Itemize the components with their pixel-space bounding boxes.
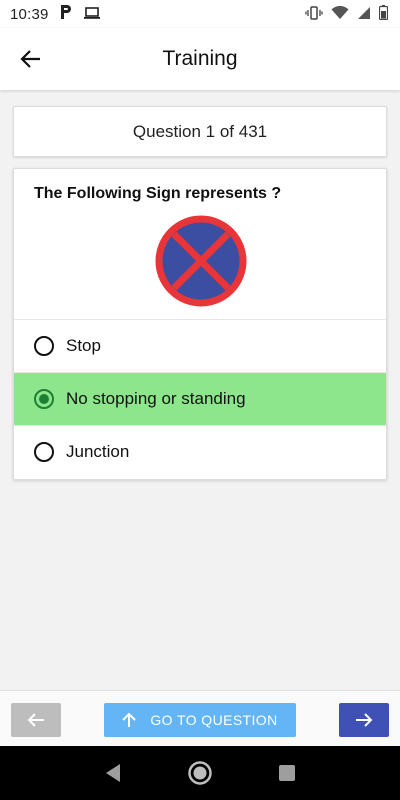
- go-to-question-label: GO TO QUESTION: [150, 712, 278, 728]
- arrow-up-icon: [122, 712, 137, 727]
- option-stop[interactable]: Stop: [14, 320, 386, 372]
- status-left: 10:39: [10, 4, 101, 24]
- vibrate-icon: [305, 5, 323, 24]
- bottom-toolbar: GO TO QUESTION: [0, 690, 400, 746]
- back-button[interactable]: [14, 42, 48, 76]
- nav-recents-button[interactable]: [272, 758, 302, 788]
- status-right: [305, 5, 389, 24]
- page-title: Training: [162, 47, 238, 70]
- arrow-left-icon: [20, 50, 40, 68]
- option-junction[interactable]: Junction: [14, 426, 386, 478]
- arrow-right-icon: [356, 713, 373, 727]
- radio-button-selected[interactable]: [34, 389, 54, 409]
- radio-button[interactable]: [34, 442, 54, 462]
- question-card: The Following Sign represents ? Stop No …: [13, 168, 387, 480]
- option-label: Stop: [66, 336, 101, 355]
- p-notification-icon: [59, 4, 73, 24]
- triangle-back-icon: [106, 764, 121, 782]
- arrow-left-icon: [27, 713, 44, 727]
- nav-back-button[interactable]: [98, 758, 128, 788]
- option-label: Junction: [66, 442, 130, 461]
- system-nav-bar: [0, 746, 400, 800]
- status-bar: 10:39: [0, 0, 400, 28]
- previous-button[interactable]: [11, 703, 61, 737]
- laptop-icon: [83, 6, 101, 23]
- nav-home-button[interactable]: [185, 758, 215, 788]
- no-stopping-sign-icon: [155, 215, 247, 307]
- circle-home-icon: [188, 761, 212, 785]
- option-no-stopping[interactable]: No stopping or standing: [14, 373, 386, 425]
- radio-button[interactable]: [34, 336, 54, 356]
- square-recents-icon: [278, 765, 295, 781]
- go-to-question-button[interactable]: GO TO QUESTION: [104, 703, 296, 737]
- app-bar: Training: [0, 28, 400, 90]
- signal-icon: [357, 6, 371, 23]
- battery-icon: [378, 5, 389, 23]
- wifi-icon: [331, 5, 349, 23]
- option-label: No stopping or standing: [66, 389, 246, 408]
- question-text: The Following Sign represents ?: [34, 185, 282, 202]
- status-time: 10:39: [10, 5, 49, 23]
- question-counter: Question 1 of 431: [13, 106, 387, 157]
- next-button[interactable]: [339, 703, 389, 737]
